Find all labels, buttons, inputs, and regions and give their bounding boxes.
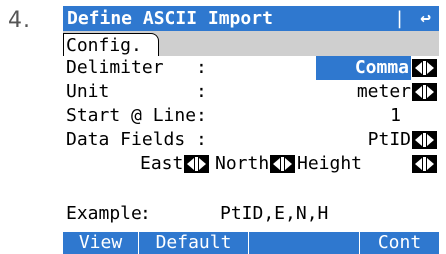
- start-line-label: Start @ Line: [66, 105, 197, 126]
- cont-softkey[interactable]: Cont: [360, 232, 439, 254]
- default-softkey[interactable]: Default: [139, 232, 248, 254]
- back-icon[interactable]: ↩: [420, 6, 431, 31]
- data-fields-colon: :: [196, 129, 207, 150]
- softkey-divider: [248, 232, 249, 254]
- east-toggle-arrows-icon[interactable]: [184, 155, 209, 173]
- delimiter-value[interactable]: Comma: [316, 56, 411, 80]
- unit-row: Unit : meter: [63, 80, 439, 104]
- field-selectors-row: East North Height: [63, 152, 439, 176]
- example-label: Example: [66, 203, 142, 224]
- unit-label: Unit: [66, 81, 110, 102]
- unit-toggle-arrows-icon[interactable]: [412, 83, 437, 101]
- example-value: PtID,E,N,H: [220, 203, 329, 224]
- softkey-bar: View Default Cont: [63, 232, 439, 254]
- data-fields-toggle-arrows-icon[interactable]: [412, 131, 437, 149]
- example-row: Example : PtID,E,N,H: [63, 202, 439, 226]
- device-screen: Define ASCII Import | ↩ Config. Delimite…: [63, 6, 439, 254]
- example-colon: :: [140, 203, 151, 224]
- tab-strip: Config.: [63, 31, 439, 56]
- tab-config[interactable]: Config.: [63, 33, 159, 56]
- east-field-label[interactable]: East: [140, 152, 183, 176]
- start-line-value[interactable]: 1: [390, 104, 401, 128]
- delimiter-toggle-arrows-icon[interactable]: [412, 59, 437, 77]
- data-fields-label: Data Fields: [66, 129, 186, 150]
- data-fields-row: Data Fields : PtID: [63, 128, 439, 152]
- step-number: 4.: [8, 8, 31, 33]
- title-bar: Define ASCII Import | ↩: [63, 6, 439, 31]
- delimiter-label: Delimiter: [66, 57, 164, 78]
- height-toggle-arrows-icon[interactable]: [412, 155, 437, 173]
- title-separator: |: [394, 8, 405, 29]
- height-field-label[interactable]: Height: [297, 152, 362, 176]
- north-field-label[interactable]: North: [215, 152, 269, 176]
- delimiter-row: Delimiter : Comma: [63, 56, 439, 80]
- data-fields-value[interactable]: PtID: [368, 128, 411, 152]
- start-line-colon: :: [196, 105, 207, 126]
- start-line-row: Start @ Line : 1: [63, 104, 439, 128]
- north-toggle-arrows-icon[interactable]: [270, 155, 295, 173]
- page-title: Define ASCII Import: [67, 8, 273, 29]
- unit-value[interactable]: meter: [357, 80, 411, 104]
- view-softkey[interactable]: View: [63, 232, 138, 254]
- delimiter-colon: :: [196, 57, 207, 78]
- unit-colon: :: [196, 81, 207, 102]
